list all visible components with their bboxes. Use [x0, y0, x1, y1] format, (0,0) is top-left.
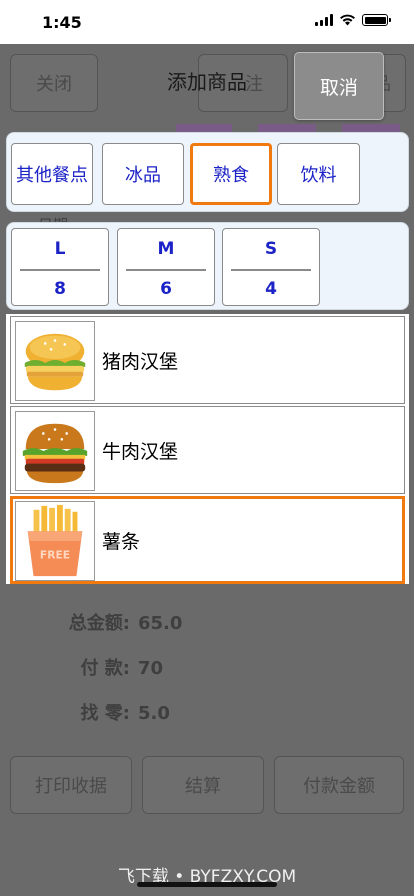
payment-value: 70: [138, 658, 164, 679]
fries-icon: FREE: [15, 501, 95, 581]
product-fries[interactable]: FREE 薯条: [10, 496, 405, 584]
signal-icon: [315, 14, 333, 26]
size-price: 4: [265, 279, 277, 299]
status-icons: [315, 14, 391, 26]
battery-icon: [362, 14, 391, 26]
size-divider: [126, 269, 206, 271]
category-panel: 其他餐点 冰品 熟食 饮料: [6, 132, 409, 212]
change-row: 找 零: 5.0: [40, 699, 170, 725]
size-label: S: [264, 239, 278, 259]
payment-label: 付 款:: [80, 658, 130, 679]
category-other-meals[interactable]: 其他餐点: [11, 143, 93, 205]
size-price: 8: [54, 279, 66, 299]
size-label: L: [54, 239, 66, 259]
category-drinks[interactable]: 饮料: [277, 143, 360, 205]
product-pork-burger[interactable]: 猪肉汉堡: [10, 316, 405, 404]
status-bar: 1:45: [0, 0, 414, 44]
size-s-button[interactable]: S 4: [222, 228, 320, 306]
category-ice[interactable]: 冰品: [102, 143, 184, 205]
size-panel: L 8 M 6 S 4: [6, 222, 409, 310]
category-cooked-food[interactable]: 熟食: [190, 143, 272, 205]
svg-text:FREE: FREE: [40, 549, 70, 562]
total-label: 总金额:: [68, 613, 130, 634]
burger-icon: [15, 321, 95, 401]
size-divider: [231, 269, 311, 271]
wifi-icon: [340, 14, 355, 26]
product-name: 薯条: [102, 531, 141, 553]
change-label: 找 零:: [80, 703, 130, 724]
change-value: 5.0: [138, 703, 170, 724]
total-value: 65.0: [138, 613, 183, 634]
size-divider: [20, 269, 100, 271]
product-list: 猪肉汉堡 牛肉汉堡 FREE 薯条: [6, 314, 409, 584]
payment-amount-button[interactable]: 付款金额: [274, 756, 404, 814]
cancel-button[interactable]: 取消: [294, 52, 384, 120]
beef-burger-icon: [15, 411, 95, 491]
payment-row: 付 款: 70: [40, 654, 164, 680]
size-l-button[interactable]: L 8: [11, 228, 109, 306]
total-row: 总金额: 65.0: [40, 609, 183, 635]
size-m-button[interactable]: M 6: [117, 228, 215, 306]
product-beef-burger[interactable]: 牛肉汉堡: [10, 406, 405, 494]
print-receipt-button[interactable]: 打印收据: [10, 756, 132, 814]
status-time: 1:45: [42, 13, 82, 32]
size-label: M: [157, 239, 175, 259]
size-price: 6: [160, 279, 172, 299]
home-indicator[interactable]: [137, 882, 277, 887]
product-name: 猪肉汉堡: [102, 351, 179, 373]
checkout-button[interactable]: 结算: [142, 756, 264, 814]
product-name: 牛肉汉堡: [102, 441, 179, 463]
